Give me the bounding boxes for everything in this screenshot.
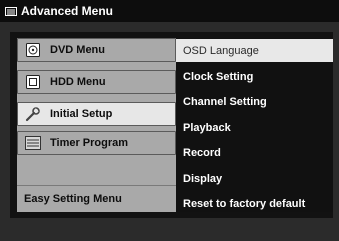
divider	[17, 185, 176, 186]
menu-item-label: HDD Menu	[50, 76, 106, 88]
submenu-item-clock-setting[interactable]: Clock Setting	[176, 64, 333, 90]
wrench-icon	[24, 105, 42, 123]
submenu-item-display[interactable]: Display	[176, 166, 333, 192]
menu-item-dvd[interactable]: DVD Menu	[17, 38, 176, 62]
easy-setting-menu[interactable]: Easy Setting Menu	[24, 193, 122, 205]
hdd-icon	[24, 73, 42, 91]
submenu-item-reset-factory-default[interactable]: Reset to factory default	[176, 191, 333, 217]
window-title: Advanced Menu	[21, 4, 114, 18]
menu-item-timer-program[interactable]: Timer Program	[17, 131, 176, 155]
menu-item-initial-setup[interactable]: Initial Setup	[17, 102, 176, 126]
tv-screen: Advanced Menu DVD Menu HDD Menu Initial …	[0, 0, 339, 241]
submenu-item-record[interactable]: Record	[176, 140, 333, 166]
list-icon	[24, 134, 42, 152]
menu-item-hdd[interactable]: HDD Menu	[17, 70, 176, 94]
menu-item-label: Timer Program	[50, 137, 129, 149]
submenu-item-osd-language[interactable]: OSD Language	[176, 39, 333, 62]
right-menu-panel: OSD Language Clock Setting Channel Setti…	[176, 38, 333, 212]
title-bar: Advanced Menu	[0, 0, 339, 22]
menu-item-label: Initial Setup	[50, 108, 113, 120]
left-menu-panel: DVD Menu HDD Menu Initial Setup Timer Pr…	[17, 38, 176, 212]
submenu-item-channel-setting[interactable]: Channel Setting	[176, 89, 333, 115]
disc-icon	[24, 41, 42, 59]
submenu-item-playback[interactable]: Playback	[176, 115, 333, 141]
menu-item-label: DVD Menu	[50, 44, 105, 56]
bottom-bar	[0, 223, 339, 241]
menu-icon	[5, 6, 17, 16]
